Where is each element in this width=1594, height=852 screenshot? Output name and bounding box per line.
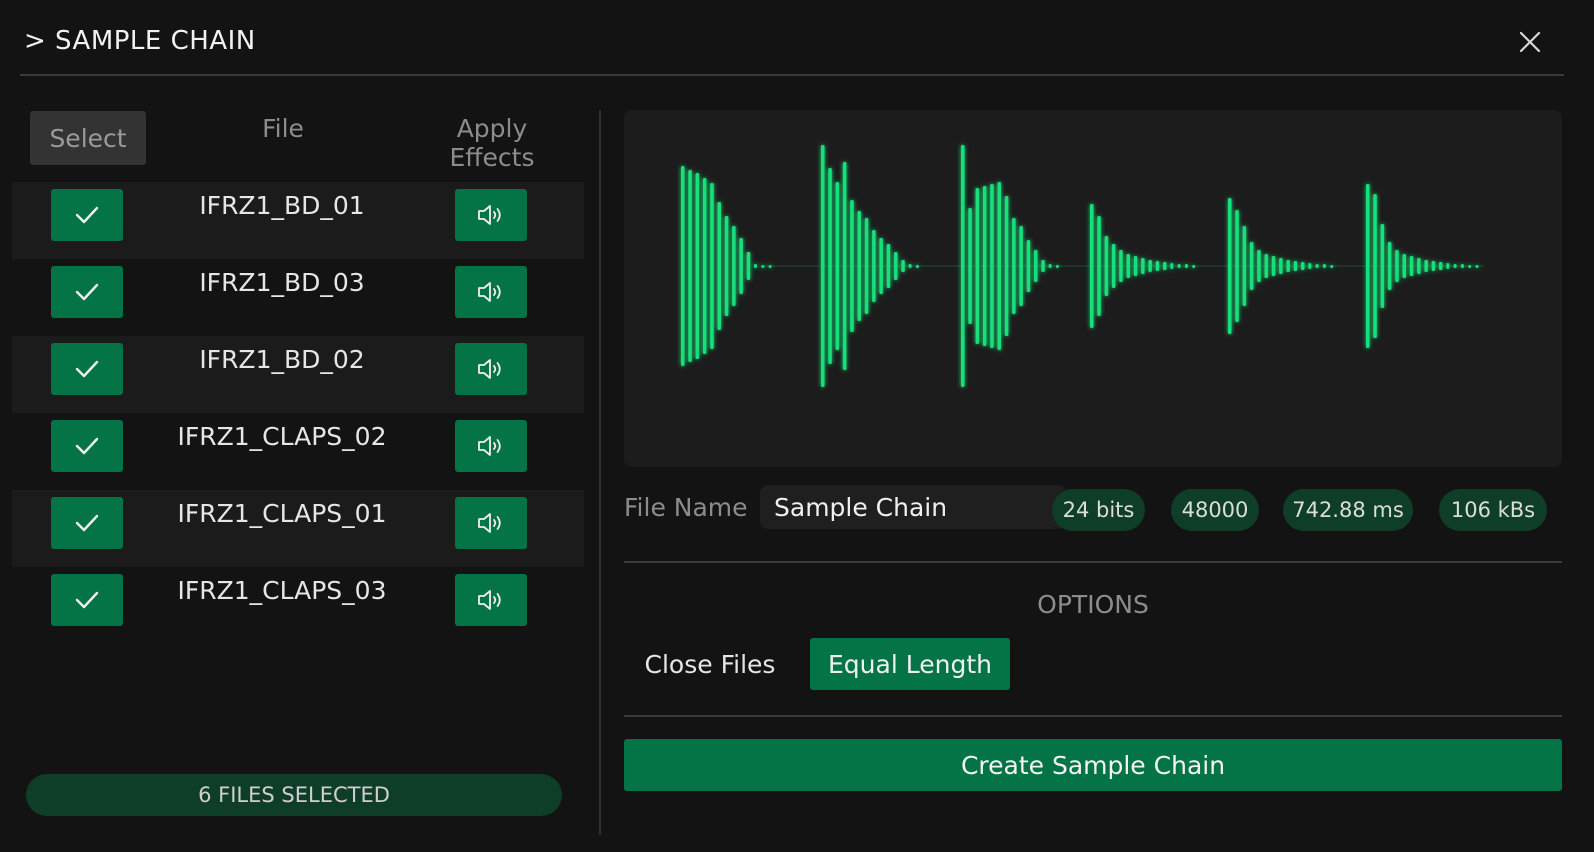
- checkbox[interactable]: [51, 574, 123, 626]
- speaker-icon: [478, 205, 501, 225]
- check-icon: [75, 514, 99, 532]
- close-icon[interactable]: [1518, 30, 1542, 54]
- file-list-panel: Select File Apply Effects IFRZ1_BD_01 IF…: [12, 110, 584, 838]
- dialog-header: > SAMPLE CHAIN: [20, 0, 1564, 76]
- select-button[interactable]: Select: [30, 111, 146, 165]
- divider: [624, 715, 1562, 717]
- check-icon: [75, 360, 99, 378]
- check-icon: [75, 437, 99, 455]
- waveform-graphic: [681, 145, 1484, 387]
- sample-rate-badge: 48000: [1171, 489, 1259, 531]
- speaker-icon: [478, 436, 501, 456]
- file-name: IFRZ1_BD_01: [199, 191, 365, 220]
- bit-depth-badge: 24 bits: [1052, 489, 1145, 531]
- file-name: IFRZ1_CLAPS_03: [177, 576, 387, 605]
- speaker-icon: [478, 513, 501, 533]
- file-name: IFRZ1_BD_03: [199, 268, 365, 297]
- checkbox[interactable]: [51, 497, 123, 549]
- file-row: IFRZ1_CLAPS_03: [12, 567, 584, 644]
- checkbox[interactable]: [51, 343, 123, 395]
- file-name: IFRZ1_CLAPS_01: [177, 499, 387, 528]
- checkbox[interactable]: [51, 420, 123, 472]
- speaker-icon: [478, 590, 501, 610]
- file-row: IFRZ1_BD_02: [12, 336, 584, 413]
- file-row: IFRZ1_BD_03: [12, 259, 584, 336]
- file-name-label: File Name: [624, 493, 748, 522]
- file-size-badge: 106 kBs: [1439, 489, 1547, 531]
- check-icon: [75, 283, 99, 301]
- apply-effects-button[interactable]: [455, 497, 527, 549]
- apply-effects-button[interactable]: [455, 343, 527, 395]
- close-files-toggle[interactable]: Close Files: [634, 638, 786, 690]
- dialog-title: > SAMPLE CHAIN: [24, 26, 256, 56]
- duration-badge: 742.88 ms: [1283, 489, 1413, 531]
- file-name: IFRZ1_BD_02: [199, 345, 365, 374]
- files-selected-status: 6 FILES SELECTED: [26, 774, 562, 816]
- check-icon: [75, 206, 99, 224]
- divider: [624, 561, 1562, 563]
- file-info-row: File Name 24 bits 48000 742.88 ms 106 kB…: [624, 485, 1562, 533]
- file-name-input[interactable]: [760, 485, 1066, 529]
- file-column-header: File: [262, 114, 304, 143]
- panel-divider: [599, 110, 601, 835]
- file-row: IFRZ1_CLAPS_02: [12, 413, 584, 490]
- apply-effects-button[interactable]: [455, 189, 527, 241]
- file-row: IFRZ1_BD_01: [12, 182, 584, 259]
- apply-effects-button[interactable]: [455, 420, 527, 472]
- apply-effects-button[interactable]: [455, 266, 527, 318]
- effects-column-header: Apply Effects: [449, 114, 535, 172]
- checkbox[interactable]: [51, 266, 123, 318]
- waveform-display: [624, 110, 1562, 467]
- file-rows: IFRZ1_BD_01 IFRZ1_BD_03 IFRZ1_BD_02 IFRZ…: [12, 182, 584, 644]
- create-sample-chain-button[interactable]: Create Sample Chain: [624, 739, 1562, 791]
- apply-effects-button[interactable]: [455, 574, 527, 626]
- options-heading: OPTIONS: [1037, 590, 1149, 619]
- check-icon: [75, 591, 99, 609]
- file-name: IFRZ1_CLAPS_02: [177, 422, 387, 451]
- file-row: IFRZ1_CLAPS_01: [12, 490, 584, 567]
- checkbox[interactable]: [51, 189, 123, 241]
- speaker-icon: [478, 359, 501, 379]
- speaker-icon: [478, 282, 501, 302]
- equal-length-toggle[interactable]: Equal Length: [810, 638, 1010, 690]
